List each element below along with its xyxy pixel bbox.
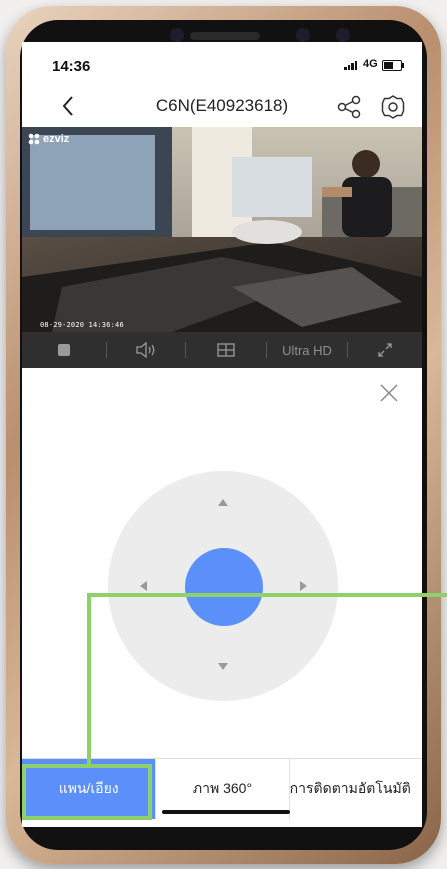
phone-sensor-2	[336, 28, 350, 42]
close-icon	[380, 384, 398, 402]
pan-up-arrow-icon[interactable]	[218, 499, 228, 506]
sound-button[interactable]	[107, 332, 185, 368]
share-icon	[337, 95, 361, 119]
speaker-icon	[136, 342, 155, 358]
tab-auto-tracking[interactable]: การติดตามอัตโนมัติ	[290, 759, 422, 819]
ezviz-logo: ezviz	[28, 133, 69, 145]
ptz-joystick-knob[interactable]	[185, 548, 263, 626]
camera-video-feed[interactable]: ezviz 08-29-2020 14:36:46	[22, 127, 422, 332]
ptz-joystick-pad[interactable]	[108, 471, 338, 701]
highlight-box	[22, 764, 152, 820]
ptz-control-panel	[22, 368, 422, 758]
stop-button[interactable]	[22, 332, 106, 368]
pan-right-arrow-icon[interactable]	[300, 581, 307, 591]
home-indicator[interactable]	[162, 810, 290, 814]
signal-icon	[344, 60, 357, 70]
fullscreen-button[interactable]	[348, 332, 422, 368]
highlight-connector-horizontal	[87, 593, 447, 597]
share-button[interactable]	[336, 94, 362, 120]
video-toolbar: Ultra HD	[22, 332, 422, 368]
battery-icon	[382, 60, 404, 71]
pan-down-arrow-icon[interactable]	[218, 663, 228, 670]
status-bar: 14:36 4G	[22, 42, 422, 86]
pan-left-arrow-icon[interactable]	[140, 581, 147, 591]
video-timestamp: 08-29-2020 14:36:46	[40, 321, 124, 329]
phone-speaker	[190, 32, 260, 40]
settings-button[interactable]	[380, 94, 406, 120]
split-screen-button[interactable]	[186, 332, 266, 368]
network-type: 4G	[363, 58, 378, 70]
video-frame	[22, 127, 422, 332]
status-time: 14:36	[52, 58, 91, 75]
stop-icon	[58, 344, 70, 356]
highlight-connector-vertical	[87, 595, 91, 765]
app-screen: 14:36 4G C6N(E40923618) ezviz 08-29-2020…	[22, 42, 422, 827]
split-screen-icon	[217, 343, 235, 357]
close-button[interactable]	[378, 382, 400, 404]
page-title: C6N(E40923618)	[155, 96, 289, 115]
phone-sensor	[296, 28, 310, 42]
phone-camera	[170, 28, 184, 42]
settings-icon	[381, 95, 405, 119]
fullscreen-icon	[378, 343, 392, 357]
brand-text: ezviz	[43, 133, 70, 145]
nav-bar: C6N(E40923618)	[22, 86, 422, 126]
quality-selector[interactable]: Ultra HD	[267, 332, 347, 368]
